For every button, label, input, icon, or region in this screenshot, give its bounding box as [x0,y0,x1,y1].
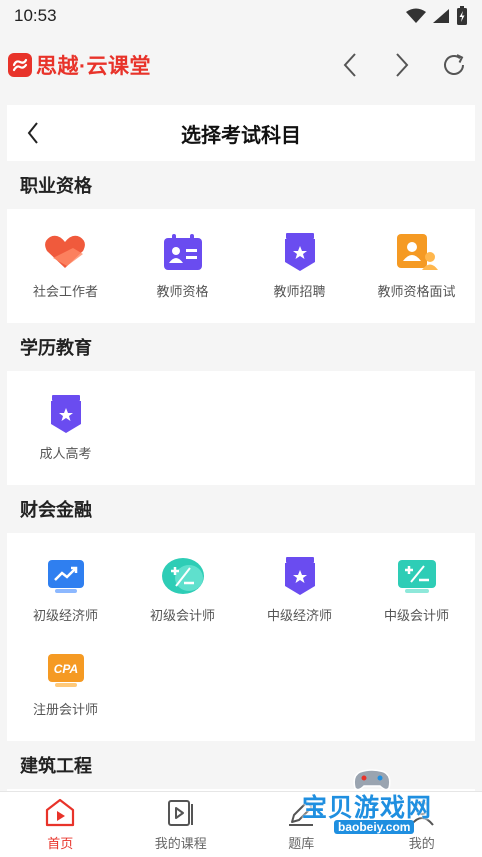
page-content: 选择考试科目 职业资格 社会工作者 教师资格 教师招聘 教师资格面试 学历教育 … [7,105,475,791]
id-card-icon [160,229,206,275]
title-bar: 选择考试科目 [7,105,475,161]
battery-icon [457,6,467,25]
subject-label: 教师资格面试 [377,283,456,299]
chevron-right-icon [396,53,409,77]
chevron-left-icon [27,122,38,144]
nav-forward-button[interactable] [384,47,420,83]
signal-icon [433,9,449,23]
section-grid: 成人高考 [7,371,475,485]
chevron-left-icon [343,53,356,77]
subject-item[interactable]: 成人高考 [7,379,124,473]
refresh-icon [444,54,464,75]
subject-item[interactable]: 中级会计师 [358,541,475,635]
app-header: 思越·云课堂 [0,32,482,98]
video-course-icon [165,797,197,829]
subject-label: 初级会计师 [149,607,215,623]
status-icons [406,6,468,26]
tab-label: 题库 [288,836,315,851]
user-card-icon [394,229,440,275]
subject-label: 社会工作者 [32,283,98,299]
nav-back-button[interactable] [332,47,368,83]
brand-mark-icon [8,53,32,77]
home-play-icon [44,797,76,829]
tab-my-courses[interactable]: 我的课程 [121,792,242,857]
subject-item[interactable]: 初级经济师 [7,541,124,635]
tab-profile[interactable]: 我的 [362,792,482,857]
status-bar: 10:53 [0,0,482,32]
subject-label: 教师资格 [156,283,209,299]
bottom-tab-bar: 首页 我的课程 题库 我的 [0,791,482,857]
brand-logo: 思越·云课堂 [8,50,151,80]
section-title: 学历教育 [20,338,92,358]
subject-item[interactable]: 社会工作者 [7,217,124,311]
section-grid: 初级经济师 初级会计师 中级经济师 中级会计师 CPA 注册会计师 [7,533,475,741]
svg-text:CPA: CPA [53,662,77,676]
pencil-icon [285,797,317,829]
back-button[interactable] [19,119,47,147]
subject-label: 成人高考 [39,445,92,461]
subject-item[interactable]: 教师资格 [124,217,241,311]
badge-star-icon [277,553,323,599]
badge-star-icon [277,229,323,275]
badge-star-icon [43,391,89,437]
plus-minus-icon [160,553,206,599]
section-grid: 社会工作者 教师资格 教师招聘 教师资格面试 [7,209,475,323]
subject-label: 教师招聘 [273,283,326,299]
tab-home[interactable]: 首页 [0,792,121,857]
trend-chart-icon [43,553,89,599]
wifi-icon [406,8,426,23]
user-icon [406,797,438,829]
plus-minus-card-icon [394,553,440,599]
refresh-button[interactable] [436,47,472,83]
status-time: 10:53 [14,6,57,25]
subject-item[interactable]: CPA 注册会计师 [7,635,124,729]
subject-item[interactable]: 初级会计师 [124,541,241,635]
tab-label: 我的 [408,836,435,851]
tab-label: 我的课程 [154,836,207,851]
brand-name: 思越·云课堂 [36,55,151,78]
subject-item[interactable]: 中级经济师 [241,541,358,635]
cpa-icon: CPA [43,647,89,693]
section-title: 财会金融 [20,500,92,520]
page-title: 选择考试科目 [181,124,301,147]
subject-label: 中级经济师 [266,607,332,623]
subject-label: 注册会计师 [32,701,98,717]
hands-heart-icon [43,229,89,275]
subject-label: 中级会计师 [383,607,449,623]
header-actions [332,47,472,83]
section-title: 建筑工程 [20,756,92,776]
tab-question-bank[interactable]: 题库 [241,792,362,857]
section-title: 职业资格 [20,176,92,196]
subject-label: 初级经济师 [32,607,98,623]
subject-item[interactable]: 教师招聘 [241,217,358,311]
subject-item[interactable]: 教师资格面试 [358,217,475,311]
tab-label: 首页 [47,836,74,851]
